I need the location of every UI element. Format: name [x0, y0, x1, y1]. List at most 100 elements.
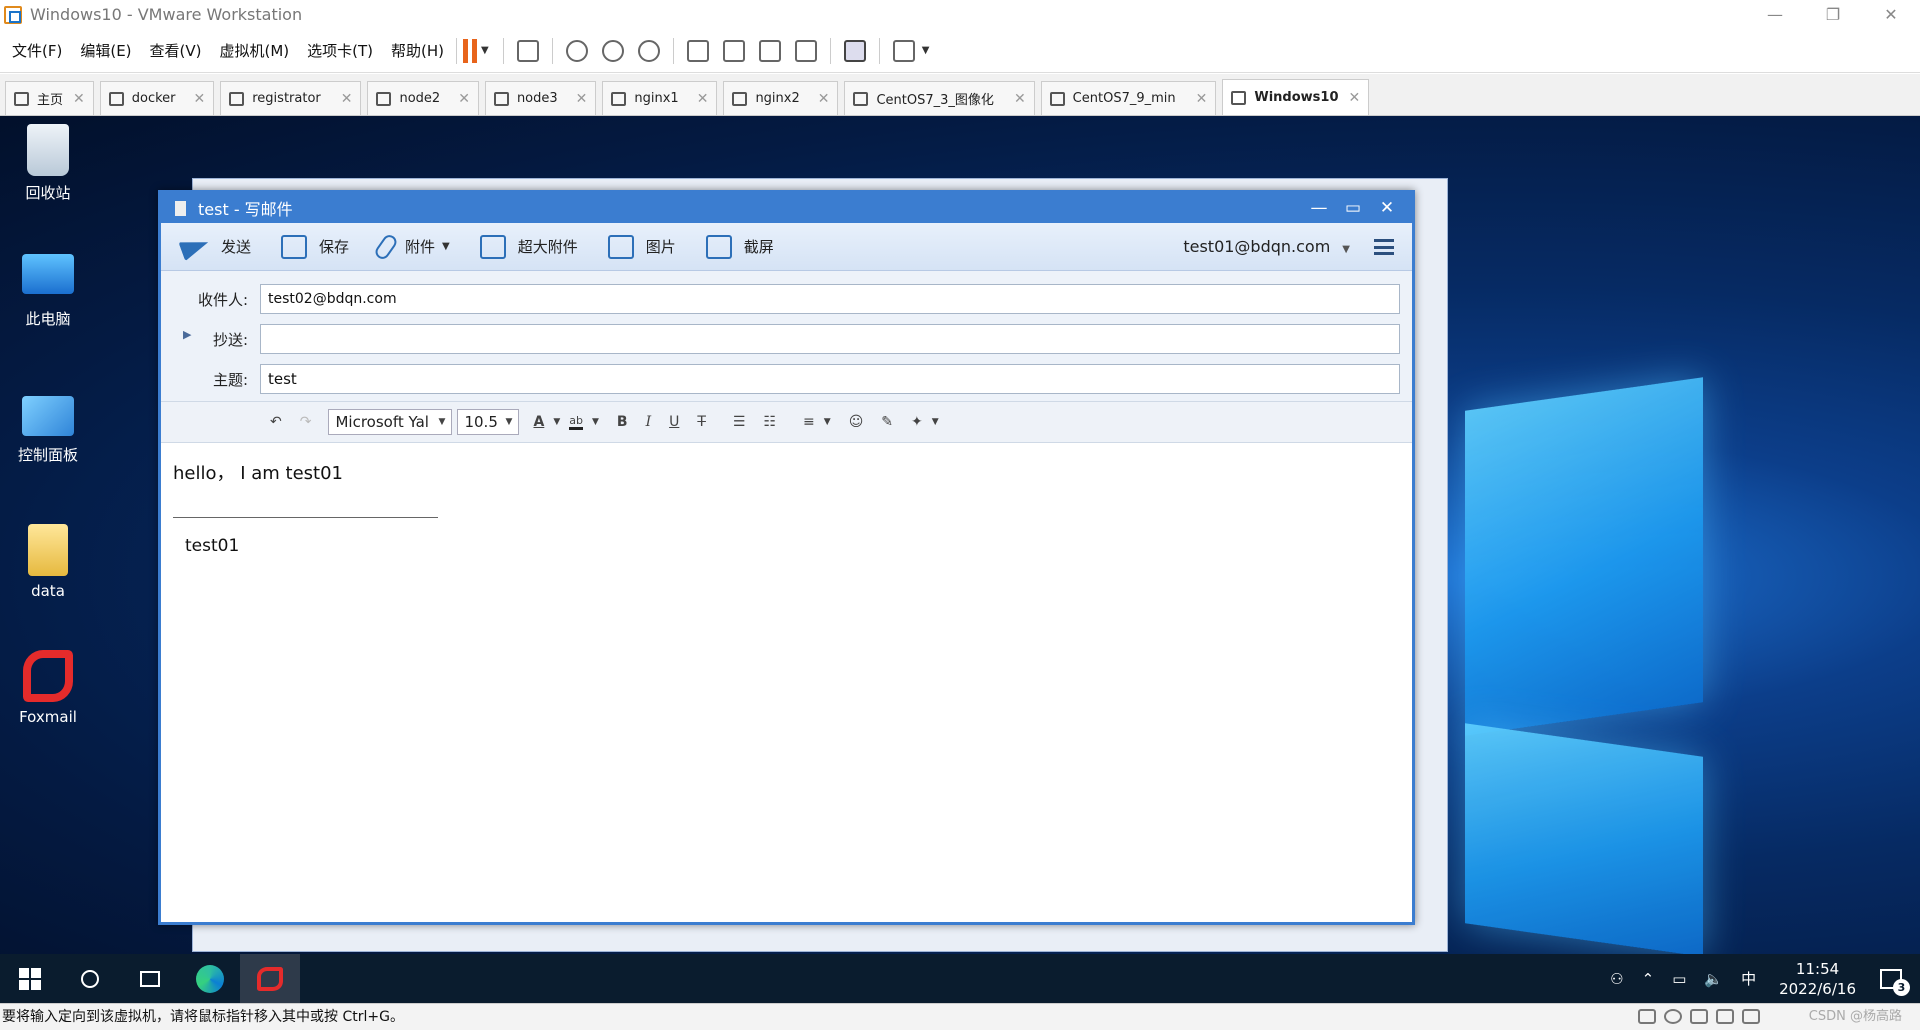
- restore-button[interactable]: ❐: [1804, 0, 1862, 29]
- tab-close-icon[interactable]: ✕: [341, 91, 353, 107]
- hard-disk-icon[interactable]: [1638, 1009, 1656, 1024]
- big-attachment-button[interactable]: 超大附件: [479, 234, 578, 259]
- tab-nginx2[interactable]: nginx2 ✕: [723, 81, 839, 115]
- console-view-icon[interactable]: [843, 39, 866, 62]
- strikethrough-icon[interactable]: T: [697, 414, 706, 430]
- message-body-editor[interactable]: hello， I am test01 test01: [161, 443, 1412, 913]
- thumbnail-bar-icon[interactable]: [722, 39, 745, 62]
- tab-node3[interactable]: node3 ✕: [484, 81, 597, 115]
- task-view-button[interactable]: [120, 954, 180, 1003]
- bold-icon[interactable]: B: [617, 414, 628, 430]
- show-library-icon[interactable]: [686, 39, 709, 62]
- tab-node2[interactable]: node2 ✕: [367, 81, 479, 115]
- tab-close-icon[interactable]: ✕: [1014, 91, 1026, 107]
- chevron-down-icon[interactable]: ▼: [553, 417, 560, 427]
- desktop-icon-data-folder[interactable]: data: [10, 524, 86, 600]
- font-color-icon[interactable]: A: [533, 414, 544, 430]
- search-button[interactable]: [60, 954, 120, 1003]
- underline-icon[interactable]: U: [669, 414, 679, 430]
- tab-close-icon[interactable]: ✕: [458, 91, 470, 107]
- stretch-dropdown-icon[interactable]: ▼: [922, 45, 930, 56]
- tab-close-icon[interactable]: ✕: [576, 91, 588, 107]
- tab-close-icon[interactable]: ✕: [1196, 91, 1208, 107]
- to-field[interactable]: [260, 284, 1400, 314]
- cd-drive-icon[interactable]: [1664, 1009, 1682, 1024]
- menu-icon[interactable]: [1374, 238, 1394, 255]
- subject-field[interactable]: [260, 364, 1400, 394]
- stretch-guest-icon[interactable]: [892, 39, 915, 62]
- desktop-icon-foxmail[interactable]: Foxmail: [10, 650, 86, 726]
- chevron-down-icon[interactable]: ▼: [824, 417, 831, 427]
- tab-centos7-9-min[interactable]: CentOS7_9_min ✕: [1040, 81, 1217, 115]
- pause-dropdown-icon[interactable]: ▼: [481, 45, 489, 56]
- bullet-list-icon[interactable]: ☰: [733, 414, 746, 430]
- tab-close-icon[interactable]: ✕: [818, 91, 830, 107]
- minimize-button[interactable]: —: [1746, 0, 1804, 29]
- chevron-down-icon[interactable]: ▼: [442, 241, 450, 252]
- close-button[interactable]: ✕: [1862, 0, 1920, 29]
- tab-windows10[interactable]: Windows10 ✕: [1222, 79, 1370, 115]
- pause-icon[interactable]: [463, 38, 469, 63]
- taskbar-edge[interactable]: [180, 954, 240, 1003]
- attach-button[interactable]: 附件 ▼: [372, 231, 450, 262]
- tab-home[interactable]: 主页 ✕: [5, 81, 94, 115]
- tab-close-icon[interactable]: ✕: [194, 91, 206, 107]
- tab-close-icon[interactable]: ✕: [73, 91, 85, 107]
- revert-snapshot-icon[interactable]: [601, 39, 624, 62]
- desktop-icon-this-pc[interactable]: 此电脑: [10, 254, 86, 329]
- chevron-down-icon[interactable]: ▼: [932, 417, 939, 427]
- italic-icon[interactable]: I: [646, 414, 652, 430]
- menu-help[interactable]: 帮助(H): [391, 40, 444, 61]
- send-button[interactable]: 发送: [178, 232, 251, 261]
- network-icon[interactable]: ▭: [1672, 970, 1686, 988]
- input-method-indicator[interactable]: 中: [1741, 968, 1756, 989]
- compose-minimize-button[interactable]: —: [1302, 198, 1336, 218]
- menu-tabs[interactable]: 选项卡(T): [307, 40, 373, 61]
- show-hidden-icons-icon[interactable]: ⌃: [1642, 970, 1655, 988]
- menu-view[interactable]: 查看(V): [150, 40, 202, 61]
- snapshot-manager-icon[interactable]: [637, 39, 660, 62]
- undo-icon[interactable]: ↶: [270, 414, 282, 430]
- font-family-select[interactable]: Microsoft Yal ▼: [328, 409, 453, 435]
- tab-docker[interactable]: docker ✕: [99, 81, 215, 115]
- cc-field[interactable]: [260, 324, 1400, 354]
- redo-icon[interactable]: ↷: [300, 414, 312, 430]
- snapshot-icon[interactable]: [565, 39, 588, 62]
- taskbar-foxmail[interactable]: [240, 954, 300, 1003]
- desktop-icon-control-panel[interactable]: 控制面板: [10, 396, 86, 465]
- start-button[interactable]: [0, 954, 60, 1003]
- tab-registrator[interactable]: registrator ✕: [220, 81, 362, 115]
- menu-file[interactable]: 文件(F): [12, 40, 62, 61]
- tab-nginx1[interactable]: nginx1 ✕: [602, 81, 718, 115]
- tab-close-icon[interactable]: ✕: [697, 91, 709, 107]
- pause-icon[interactable]: [472, 38, 478, 63]
- desktop-icon-recycle-bin[interactable]: 回收站: [10, 124, 86, 203]
- compose-close-button[interactable]: ✕: [1370, 198, 1404, 218]
- account-selector[interactable]: test01@bdqn.com ▼: [1183, 237, 1350, 256]
- highlight-color-icon[interactable]: ab: [569, 414, 583, 430]
- emoji-icon[interactable]: ☺: [849, 414, 864, 430]
- printer-icon[interactable]: [1716, 1009, 1734, 1024]
- chevron-down-icon[interactable]: ▼: [592, 417, 599, 427]
- font-size-select[interactable]: 10.5 ▼: [457, 409, 520, 435]
- unity-icon[interactable]: [794, 39, 817, 62]
- tab-centos7-3[interactable]: CentOS7_3_图像化 ✕: [844, 81, 1035, 115]
- fullscreen-icon[interactable]: [758, 39, 781, 62]
- network-adapter-icon[interactable]: [1690, 1009, 1708, 1024]
- notification-center-icon[interactable]: 3: [1880, 968, 1910, 996]
- menu-edit[interactable]: 编辑(E): [80, 40, 131, 61]
- magic-wand-icon[interactable]: ✦: [911, 414, 923, 430]
- numbered-list-icon[interactable]: ☷: [763, 414, 776, 430]
- clear-format-icon[interactable]: ✎: [881, 414, 893, 430]
- sound-card-icon[interactable]: [1742, 1009, 1760, 1024]
- menu-vm[interactable]: 虚拟机(M): [220, 40, 290, 61]
- screenshot-button[interactable]: 截屏: [705, 234, 774, 259]
- clock[interactable]: 11:54 2022/6/16: [1779, 959, 1856, 999]
- people-icon[interactable]: ⚇: [1610, 970, 1623, 988]
- save-button[interactable]: 保存: [281, 234, 349, 259]
- send-ctrl-alt-del-icon[interactable]: [516, 39, 539, 62]
- volume-icon[interactable]: 🔈: [1704, 970, 1723, 988]
- tab-close-icon[interactable]: ✕: [1349, 90, 1361, 106]
- expand-cc-icon[interactable]: ▶: [183, 328, 191, 341]
- align-icon[interactable]: ≡: [803, 414, 815, 430]
